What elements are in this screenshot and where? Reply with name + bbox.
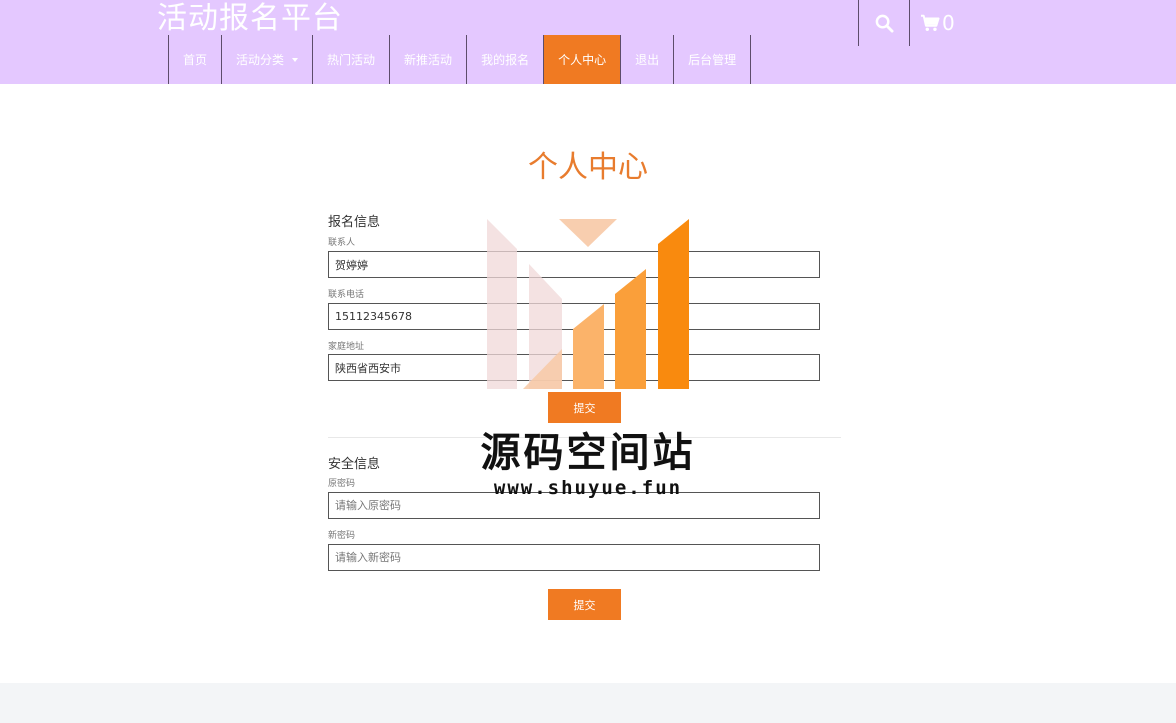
nav-item-category-label: 活动分类	[236, 53, 285, 67]
phone-label: 联系电话	[328, 290, 365, 300]
site-footer	[0, 683, 1176, 723]
header-actions: 0	[858, 0, 969, 46]
section-divider	[328, 437, 841, 438]
page-title: 个人中心	[528, 150, 648, 185]
search-button[interactable]	[858, 0, 909, 46]
cart-icon	[921, 14, 940, 32]
new-password-label: 新密码	[328, 531, 356, 541]
phone-input[interactable]	[328, 303, 820, 330]
address-label: 家庭地址	[328, 342, 365, 352]
chevron-down-icon	[292, 57, 299, 62]
old-password-input[interactable]	[328, 492, 820, 519]
site-brand[interactable]: 活动报名平台	[157, 0, 343, 38]
nav-item-home[interactable]: 首页	[169, 35, 223, 84]
contact-label: 联系人	[328, 238, 356, 248]
search-icon	[875, 14, 894, 33]
security-submit-button[interactable]: 提交	[548, 589, 621, 620]
signup-section-title: 报名信息	[328, 215, 381, 230]
nav-item-logout[interactable]: 退出	[621, 35, 675, 84]
cart-button[interactable]: 0	[909, 0, 969, 46]
main-nav: 首页 活动分类 热门活动 新推活动 我的报名 个人中心 退出 后台管理	[168, 35, 752, 84]
cart-count: 0	[942, 11, 955, 35]
nav-item-my-signups[interactable]: 我的报名	[467, 35, 545, 84]
contact-input[interactable]	[328, 251, 820, 278]
address-input[interactable]	[328, 354, 820, 381]
site-header: 活动报名平台 0 首页 活动分类 热门活动 新推活动 我的报名 个人中心 退出 …	[0, 0, 1176, 84]
nav-item-admin[interactable]: 后台管理	[674, 35, 752, 84]
nav-item-category[interactable]: 活动分类	[222, 35, 314, 84]
new-password-input[interactable]	[328, 544, 820, 571]
old-password-label: 原密码	[328, 479, 356, 489]
security-section-title: 安全信息	[328, 457, 381, 472]
nav-item-hot[interactable]: 热门活动	[313, 35, 391, 84]
nav-item-profile[interactable]: 个人中心	[544, 35, 622, 84]
signup-submit-button[interactable]: 提交	[548, 392, 621, 423]
watermark-text: 源码空间站	[480, 430, 696, 476]
nav-item-new[interactable]: 新推活动	[390, 35, 468, 84]
